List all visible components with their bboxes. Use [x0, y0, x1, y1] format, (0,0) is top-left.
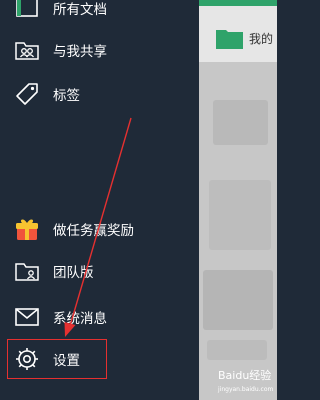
annotation-arrow [64, 117, 132, 337]
